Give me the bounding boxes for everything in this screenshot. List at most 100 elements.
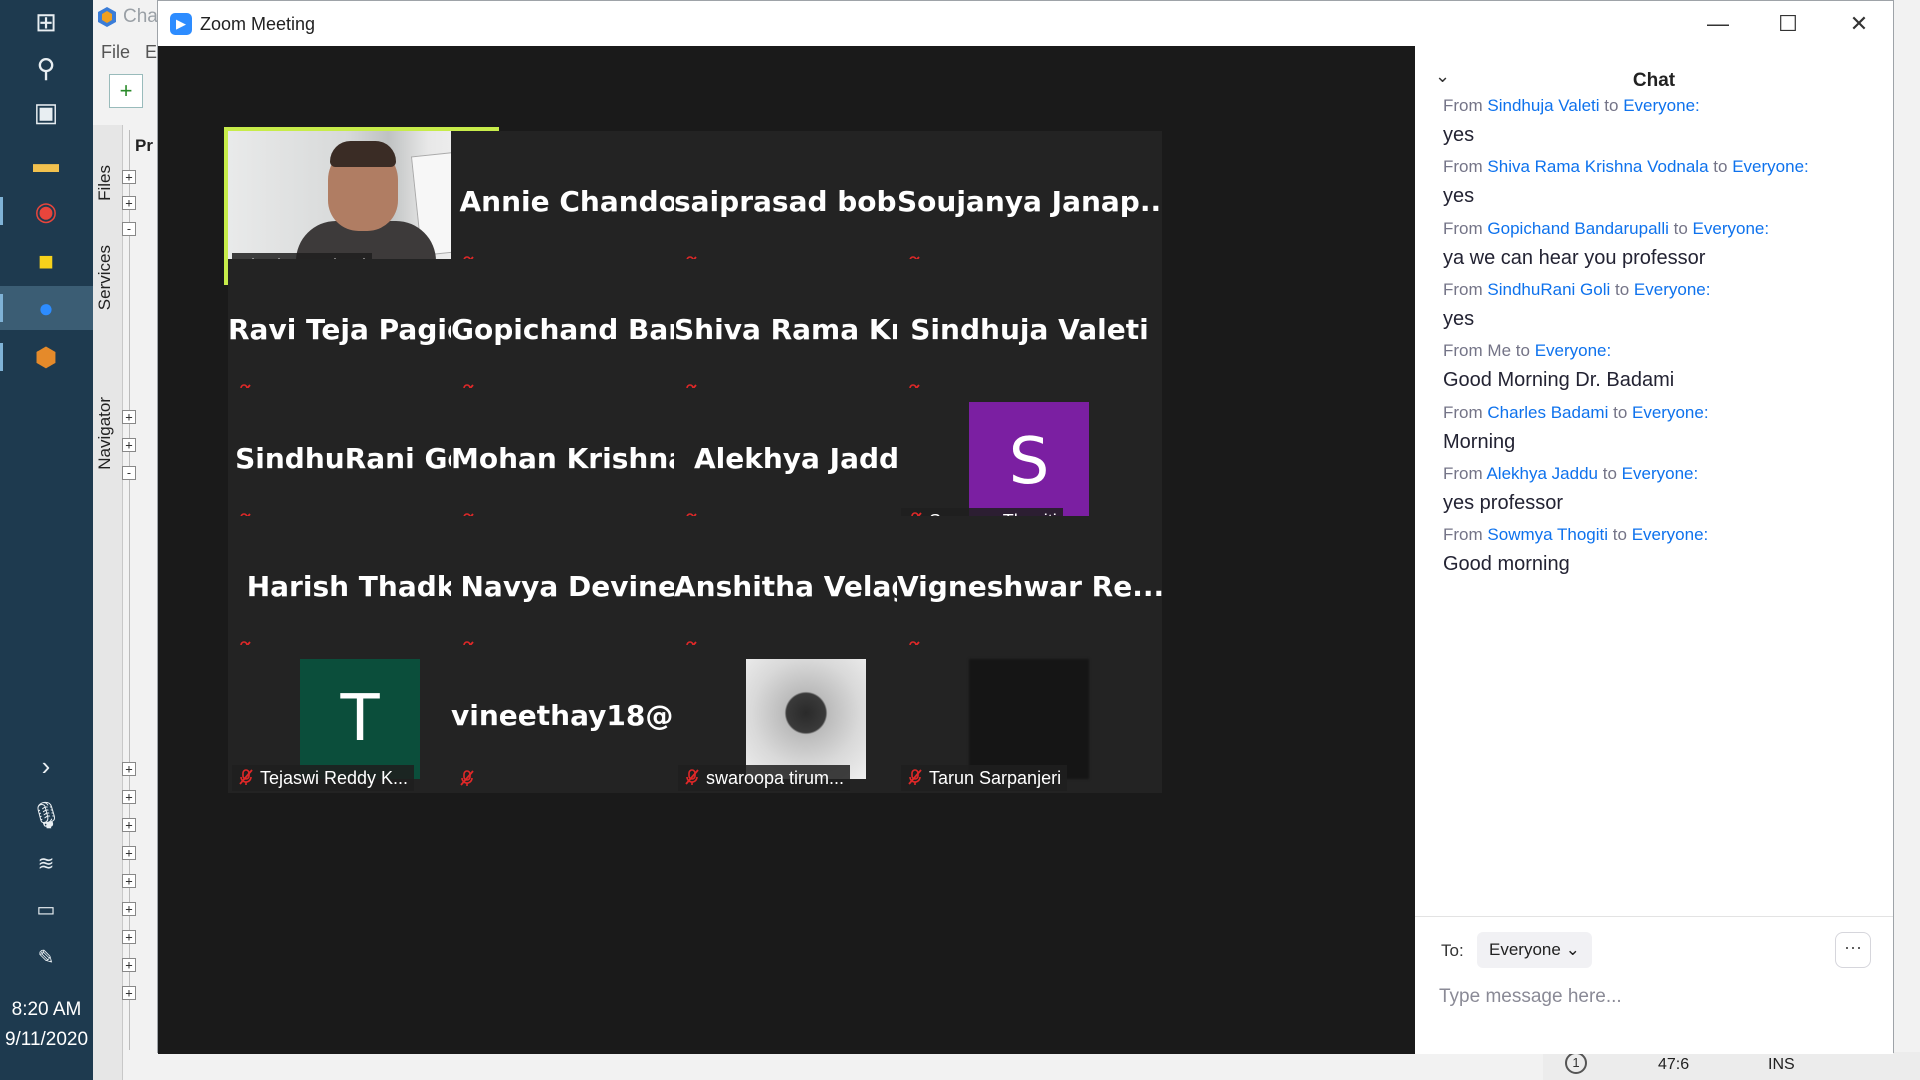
chat-message: From SindhuRani Goli to Everyone: yes [1443,280,1883,331]
tree-expander[interactable]: - [122,466,136,480]
chat-message: From Shiva Rama Krishna Vodnala to Every… [1443,157,1883,208]
tree-expander[interactable]: + [122,196,136,210]
participant-tile[interactable]: Vigneshwar Re... [897,516,1162,664]
zoom-app-icon[interactable]: ● [28,290,64,326]
recipient-name[interactable]: Everyone: [1693,219,1770,238]
from-word: From [1443,402,1483,422]
task-view-icon[interactable]: ▣ [28,94,64,130]
maximize-icon[interactable]: ☐ [1768,9,1808,39]
chat-message-header: From Charles Badami to Everyone: [1443,403,1883,423]
from-word: From [1443,341,1483,361]
microphone-icon[interactable]: 🎙 [28,797,64,833]
participant-label: Tejaswi Reddy K... [232,765,415,791]
windows-start-icon[interactable]: ⊞ [28,4,64,40]
recipient-name[interactable]: Everyone: [1623,96,1700,115]
chrome-icon[interactable]: ◉ [28,193,64,229]
tab-services[interactable]: Services [95,245,115,310]
tree-expander[interactable]: + [122,986,136,1000]
participant-tile[interactable]: Sindhuja Valeti [897,259,1162,407]
clock-time[interactable]: 8:20 AM [0,999,93,1021]
tree-expander[interactable]: - [122,222,136,236]
tree-expander[interactable]: + [122,930,136,944]
sender-name[interactable]: Charles Badami [1487,403,1608,422]
tree-expander[interactable]: + [122,438,136,452]
sender-name[interactable]: Alekhya Jaddu [1486,464,1598,483]
sticky-notes-icon[interactable]: ■ [28,243,64,279]
ide-status-bar [1543,1052,1920,1080]
divider [1415,916,1893,917]
participant-name: Tarun Sarpanjeri [929,768,1062,788]
recipient-name[interactable]: Everyone: [1634,280,1711,299]
more-options-button[interactable]: ⋯ [1835,932,1871,968]
chat-message-header: From Sowmya Thogiti to Everyone: [1443,525,1883,545]
tree-expander[interactable]: + [122,902,136,916]
wifi-icon[interactable]: ≋ [28,846,64,882]
tab-files[interactable]: Files [95,165,115,201]
netbeans-logo-icon [96,6,118,28]
tree-expander[interactable]: + [122,790,136,804]
participant-photo [746,659,866,779]
sender-name[interactable]: Shiva Rama Krishna Vodnala [1487,157,1708,176]
minimize-icon[interactable]: — [1698,9,1738,39]
sender-name[interactable]: SindhuRani Goli [1487,280,1610,299]
to-word: to [1615,279,1630,299]
participant-tile[interactable]: Tarun Sarpanjeri [897,645,1162,793]
chat-message-text: yes [1443,185,1475,208]
menu-file[interactable]: File [101,42,130,63]
recipient-name[interactable]: Everyone: [1632,525,1709,544]
sender-name[interactable]: Me [1487,341,1511,360]
from-word: From [1443,96,1483,115]
file-explorer-icon[interactable]: ▬ [28,145,64,181]
chat-message-text: Morning [1443,430,1516,453]
zoom-meeting-window: ▶ Zoom Meeting — ☐ ✕ Charles BadamiAnnie… [157,0,1894,1054]
tree-expander[interactable]: + [122,410,136,424]
recipient-name[interactable]: Everyone: [1732,157,1809,176]
close-icon[interactable]: ✕ [1839,9,1879,39]
chat-panel: ⌄ Chat From Sindhuja Valeti to Everyone:… [1415,46,1893,1054]
chat-message-input[interactable] [1439,980,1859,1014]
new-project-button[interactable]: + [109,74,143,108]
recipient-name[interactable]: Everyone: [1622,464,1699,483]
chevron-right-icon[interactable]: › [28,748,64,784]
tree-expander[interactable]: + [122,170,136,184]
to-word: to [1604,96,1619,115]
chat-message-text: yes [1443,307,1475,330]
battery-icon[interactable]: ▭ [28,892,64,928]
search-icon[interactable]: ⚲ [28,50,64,86]
gallery-view: Charles BadamiAnnie Chandolusaiprasad bo… [158,46,1415,1054]
netbeans-icon[interactable]: ⬢ [28,339,64,375]
menu-edit[interactable]: E [145,42,157,63]
tree-expander[interactable]: + [122,818,136,832]
tree-expander[interactable]: + [122,846,136,860]
participant-name: Sindhuja Valeti [910,313,1149,346]
chat-message-header: From Gopichand Bandarupalli to Everyone: [1443,219,1883,239]
to-word: to [1713,157,1728,177]
sender-name[interactable]: Gopichand Bandarupalli [1487,219,1668,238]
tree-expander[interactable]: + [122,958,136,972]
pen-icon[interactable]: ✎ [28,940,64,976]
tree-expander[interactable]: + [122,762,136,776]
recipient-name[interactable]: Everyone: [1535,341,1612,360]
clock-date[interactable]: 9/11/2020 [0,1029,93,1051]
to-word: to [1613,402,1628,422]
chat-title: Chat [1632,70,1676,91]
zoom-titlebar: ▶ Zoom Meeting — ☐ ✕ [158,1,1893,46]
participant-tile[interactable]: SSowmya Thogiti [897,388,1162,536]
from-word: From [1443,279,1483,299]
recipient-name[interactable]: Everyone: [1632,403,1709,422]
chat-message-text: ya we can hear you professor [1443,246,1706,269]
participant-name: Tejaswi Reddy K... [260,768,409,788]
notifications-icon[interactable]: 1 [1565,1052,1587,1074]
participant-tile[interactable]: Soujanya Janap... [897,131,1162,279]
sender-name[interactable]: Sowmya Thogiti [1487,525,1608,544]
chat-message: From Gopichand Bandarupalli to Everyone:… [1443,219,1883,270]
windows-taskbar: ⊞ ⚲ ▣ ▬ ◉ ■ ● ⬢ › 🎙 ≋ ▭ ✎ 8:20 AM 9/11/2… [0,0,93,1080]
window-title: Zoom Meeting [200,14,316,34]
to-word: to [1612,525,1627,545]
tab-navigator[interactable]: Navigator [95,397,115,470]
sender-name[interactable]: Sindhuja Valeti [1487,96,1599,115]
tree-expander[interactable]: + [122,874,136,888]
chat-message-header: From Sindhuja Valeti to Everyone: [1443,96,1883,116]
chat-message-header: From SindhuRani Goli to Everyone: [1443,280,1883,300]
recipient-select[interactable]: Everyone ⌄ [1477,932,1592,968]
